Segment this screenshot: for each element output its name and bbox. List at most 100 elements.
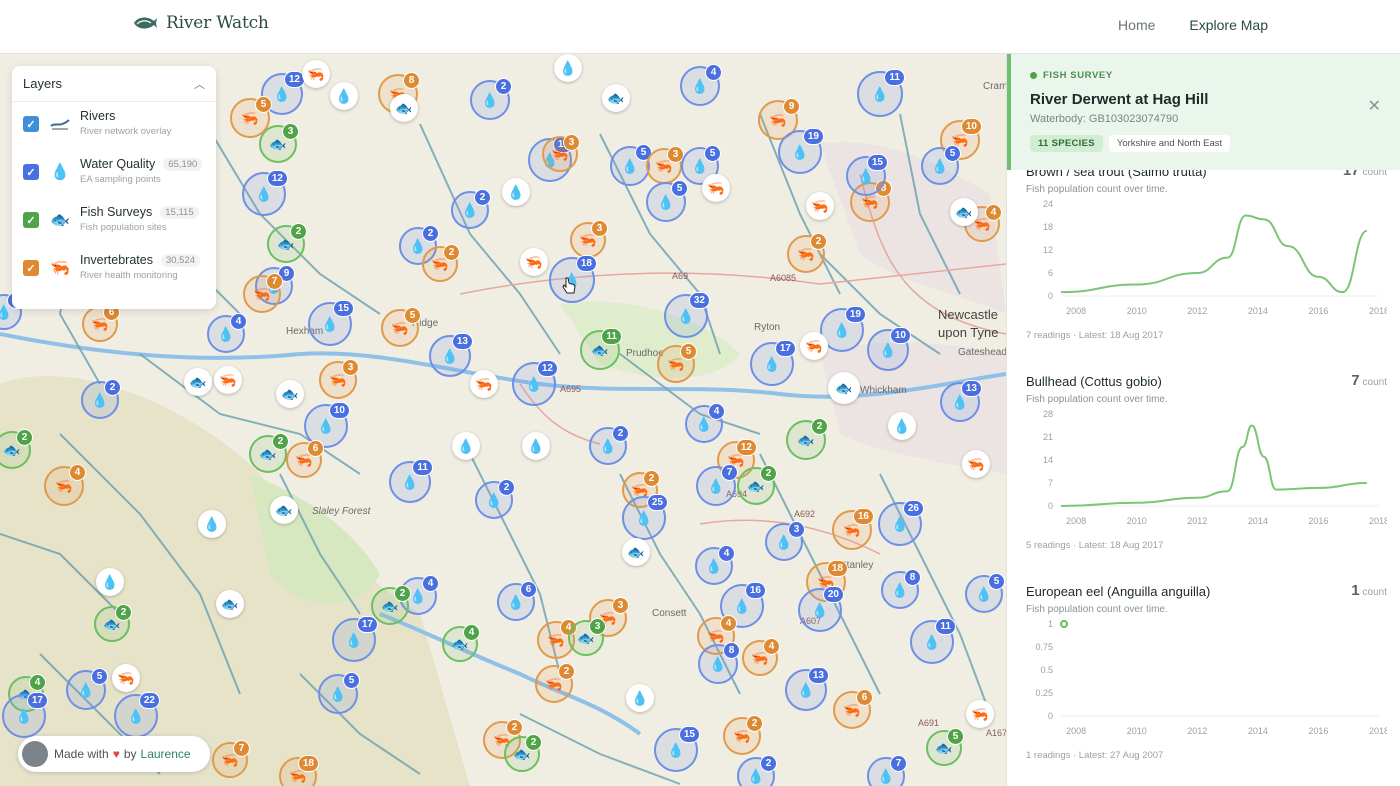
fish-survey-site[interactable]: 🐟 (270, 496, 298, 524)
water-quality-cluster[interactable]: 💧 2 (475, 479, 515, 519)
invertebrate-cluster[interactable]: 🦐 5 (657, 343, 697, 383)
water-quality-cluster[interactable]: 💧 5 (610, 144, 652, 186)
invertebrate-cluster[interactable]: 🦐 6 (833, 689, 873, 729)
layers-panel-header[interactable]: Layers ︿ (12, 66, 216, 102)
water-quality-site[interactable]: 💧 (888, 412, 916, 440)
water-quality-cluster[interactable]: 💧 11 (857, 69, 905, 117)
water-quality-site[interactable]: 💧 (96, 568, 124, 596)
invertebrate-site[interactable]: 🦐 (966, 700, 994, 728)
water-quality-site[interactable]: 💧 (522, 432, 550, 460)
water-quality-cluster[interactable]: 💧 2 (81, 379, 121, 419)
water-quality-cluster[interactable]: 💧 13 (785, 667, 829, 711)
fish-survey-cluster[interactable]: 🐟 2 (249, 433, 289, 473)
water-quality-cluster[interactable]: 💧 6 (497, 581, 537, 621)
water-quality-cluster[interactable]: 💧 4 (695, 545, 735, 585)
water-quality-cluster[interactable]: 💧 22 (114, 692, 160, 738)
water-quality-site[interactable]: 💧 (330, 82, 358, 110)
invertebrate-cluster[interactable]: 🦐 6 (286, 440, 324, 478)
invertebrate-site[interactable]: 🦐 (702, 174, 730, 202)
nav-explore-map-link[interactable]: Explore Map (1189, 17, 1268, 33)
invertebrate-cluster[interactable]: 🦐 2 (422, 244, 460, 282)
water-quality-cluster[interactable]: 💧10 (867, 327, 911, 371)
water-quality-cluster[interactable]: 💧 15 (846, 154, 888, 196)
water-quality-site[interactable]: 💧 (198, 510, 226, 538)
water-quality-cluster[interactable]: 💧 5 (646, 180, 688, 222)
water-quality-cluster[interactable]: 💧 5 (965, 573, 1005, 613)
fish-survey-site[interactable]: 🐟 (276, 380, 304, 408)
invertebrate-cluster[interactable]: 🦐 2 (723, 715, 763, 755)
layer-item-fish-surveys[interactable]: ✓ 🐟 Fish Surveys 15,115 Fish population s… (12, 198, 216, 246)
water-quality-cluster[interactable]: 💧 7 (867, 755, 907, 786)
water-quality-cluster[interactable]: 💧 5 (921, 145, 961, 185)
water-quality-cluster[interactable]: 💧 4 (685, 403, 725, 443)
water-quality-cluster[interactable]: 💧 5 (66, 668, 108, 710)
water-quality-cluster[interactable]: 💧 2 (451, 189, 491, 229)
invertebrate-site[interactable]: 🦐 (962, 450, 990, 478)
fish-survey-site-selected[interactable]: 🐟 (828, 372, 860, 404)
water-quality-cluster[interactable]: 💧 25 (622, 494, 668, 540)
water-quality-cluster[interactable]: 💧 17 (750, 340, 796, 386)
brand[interactable]: River Watch (132, 13, 269, 33)
water-quality-cluster[interactable]: 💧 17 (2, 692, 48, 738)
author-link[interactable]: Laurence (141, 747, 191, 761)
invertebrate-site[interactable]: 🦐 (470, 370, 498, 398)
layer-item-water-quality[interactable]: ✓ 💧 Water Quality 65,190 EA sampling poin… (12, 150, 216, 198)
water-quality-cluster[interactable]: 💧 15 (308, 300, 354, 346)
invertebrate-cluster[interactable]: 🦐 3 (319, 359, 359, 399)
water-quality-cluster[interactable]: 💧 4 (680, 64, 722, 106)
fish-survey-cluster[interactable]: 🐟 3 (568, 618, 606, 656)
water-quality-cluster[interactable]: 💧 13 (940, 380, 982, 422)
fish-survey-site[interactable]: 🐟 (216, 590, 244, 618)
invertebrate-cluster[interactable]: 🦐 18 (279, 755, 319, 786)
invertebrate-cluster[interactable]: 🦐 5 (381, 307, 421, 347)
water-quality-cluster[interactable]: 💧 3 (765, 521, 805, 561)
water-quality-cluster[interactable]: 💧 12 (242, 170, 288, 216)
fish-survey-site[interactable]: 🐟 (622, 538, 650, 566)
invertebrate-cluster[interactable]: 🦐 4 (742, 638, 780, 676)
invertebrate-site[interactable]: 🦐 (520, 248, 548, 276)
layer-checkbox-invertebrates[interactable]: ✓ (23, 260, 39, 276)
fish-survey-cluster[interactable]: 🐟 2 (267, 223, 307, 263)
invertebrate-cluster[interactable]: 🦐 7 (243, 273, 283, 313)
invertebrate-cluster[interactable]: 🦐 16 (832, 508, 874, 550)
fish-survey-site[interactable]: 🐟 (390, 94, 418, 122)
invertebrate-cluster[interactable]: 🦐 4 (44, 464, 86, 506)
water-quality-site[interactable]: 💧 (502, 178, 530, 206)
close-icon[interactable]: ✕ (1368, 96, 1381, 116)
water-quality-cluster[interactable]: 💧 7 (696, 464, 738, 506)
fish-survey-cluster[interactable]: 🐟 11 (580, 328, 622, 370)
water-quality-site[interactable]: 💧 (626, 684, 654, 712)
water-quality-cluster[interactable]: 💧 20 (798, 586, 844, 632)
layer-checkbox-rivers[interactable]: ✓ (23, 116, 39, 132)
fish-survey-site[interactable]: 🐟 (950, 198, 978, 226)
invertebrate-site[interactable]: 🦐 (806, 192, 834, 220)
invertebrate-cluster[interactable]: 🦐 7 (212, 740, 250, 778)
water-quality-cluster[interactable]: 💧 32 (664, 292, 710, 338)
invertebrate-cluster[interactable]: 🦐 5 (230, 96, 272, 138)
fish-survey-cluster[interactable]: 🐟 2 (737, 465, 777, 505)
nav-home-link[interactable]: Home (1118, 17, 1155, 33)
fish-survey-cluster[interactable]: 🐟 2 (786, 418, 828, 460)
invertebrate-cluster[interactable]: 🦐 3 (570, 220, 608, 258)
water-quality-site[interactable]: 💧 (554, 54, 582, 82)
water-quality-cluster[interactable]: 💧 5 (318, 672, 360, 714)
fish-survey-site[interactable]: 🐟 (602, 84, 630, 112)
invertebrate-cluster[interactable]: 🦐 3 (542, 134, 580, 172)
fish-survey-site[interactable]: 🐟 (184, 368, 212, 396)
water-quality-cluster[interactable]: 💧 19 (778, 128, 824, 174)
water-quality-cluster[interactable]: 💧 4 (207, 313, 247, 353)
invertebrate-site[interactable]: 🦐 (800, 332, 828, 360)
fish-survey-cluster[interactable]: 🐟 4 (442, 624, 480, 662)
water-quality-site[interactable]: 💧 (452, 432, 480, 460)
fish-survey-cluster[interactable]: 🐟 2 (94, 604, 132, 642)
water-quality-cluster[interactable]: 💧 13 (429, 333, 473, 377)
water-quality-cluster[interactable]: 💧 15 (654, 726, 700, 772)
water-quality-cluster[interactable]: 💧 11 (910, 618, 956, 664)
layer-item-invertebrates[interactable]: ✓ 🦐 Invertebrates 30,524 River health mon… (12, 246, 216, 294)
fish-survey-cluster[interactable]: 🐟 2 (504, 734, 542, 772)
invertebrate-cluster[interactable]: 🦐 3 (646, 146, 684, 184)
invertebrate-cluster[interactable]: 🦐 6 (82, 304, 120, 342)
water-quality-cluster[interactable]: 💧 2 (737, 755, 777, 786)
fish-survey-cluster[interactable]: 🐟 5 (926, 728, 964, 766)
water-quality-cluster[interactable]: 💧 11 (389, 459, 433, 503)
